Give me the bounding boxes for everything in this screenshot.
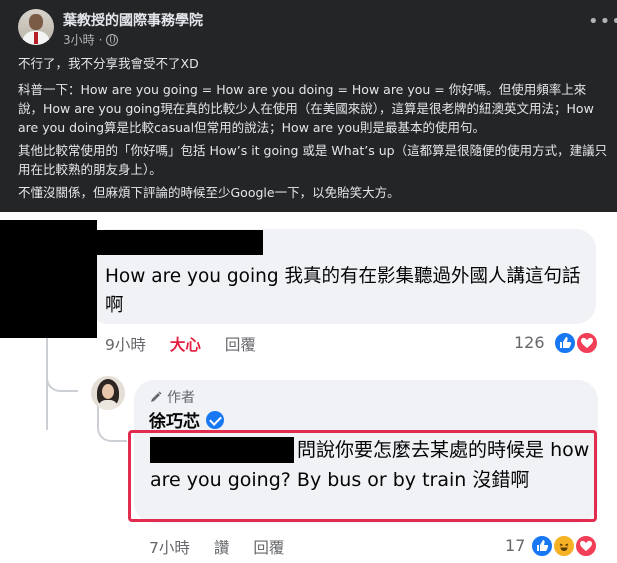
haha-icon[interactable]	[552, 534, 576, 558]
post: 葉教授的國際事務學院 3小時 · ••• 不行了，我不分享我會受不了XD 科普一…	[0, 0, 617, 212]
like-icon[interactable]	[530, 534, 554, 558]
author-avatar[interactable]	[91, 376, 125, 410]
comment-2-like-button[interactable]: 讚	[214, 536, 230, 558]
comment-2-author: 徐巧芯	[149, 407, 224, 432]
like-icon[interactable]	[553, 331, 577, 355]
post-meta: 3小時 ·	[63, 31, 119, 48]
globe-icon	[106, 33, 119, 46]
heart-icon[interactable]	[574, 534, 598, 558]
more-horizontal-icon[interactable]: •••	[588, 11, 617, 32]
comment-1-reaction-count[interactable]: 126	[514, 333, 545, 352]
comment-1-reaction-button[interactable]: 大心	[170, 333, 201, 355]
redacted-avatar	[0, 220, 97, 338]
post-paragraph-4: 不懂沒關係，但麻煩下評論的時候至少Google一下，以免貽笑大方。	[18, 185, 400, 200]
comment-1-text: How are you going 我真的有在影集聽過外國人講這句話啊	[105, 266, 581, 316]
comment-2-text: 問說你要怎麼去某處的時候是 how are you going? By bus …	[150, 435, 590, 495]
thread-connector	[46, 360, 78, 392]
comment-2-text-part1: 問說你要怎麼去某處的時候是	[297, 439, 545, 461]
comment-1-reply-button[interactable]: 回覆	[225, 333, 256, 355]
heart-icon[interactable]	[575, 331, 599, 355]
comment-2-reaction-count[interactable]: 17	[505, 536, 525, 555]
comment-1-time[interactable]: 9小時	[105, 333, 146, 355]
comment-2-reply-button[interactable]: 回覆	[253, 536, 284, 558]
redacted-name	[97, 230, 263, 255]
comment-2-actions: 7小時 讚 回覆	[149, 536, 284, 558]
post-paragraph-2: 科普一下：How are you going = How are you doi…	[18, 82, 594, 135]
verified-badge-icon	[206, 410, 224, 429]
author-badge-label: 作者	[167, 390, 195, 406]
post-author[interactable]: 葉教授的國際事務學院	[63, 10, 203, 30]
comment-1-actions: 9小時 大心 回覆	[105, 333, 256, 355]
pencil-icon	[151, 391, 162, 402]
author-badge: 作者	[149, 387, 195, 407]
post-time[interactable]: 3小時	[63, 31, 95, 48]
post-paragraph-3: 其他比較常使用的「你好嗎」包括 How’s it going 或是 What’s…	[18, 143, 608, 177]
comment-2-time[interactable]: 7小時	[149, 536, 190, 558]
post-paragraph-1: 不行了，我不分享我會受不了XD	[18, 56, 199, 71]
comment-2-author-name[interactable]: 徐巧芯	[149, 407, 200, 432]
page-avatar[interactable]	[18, 9, 54, 45]
